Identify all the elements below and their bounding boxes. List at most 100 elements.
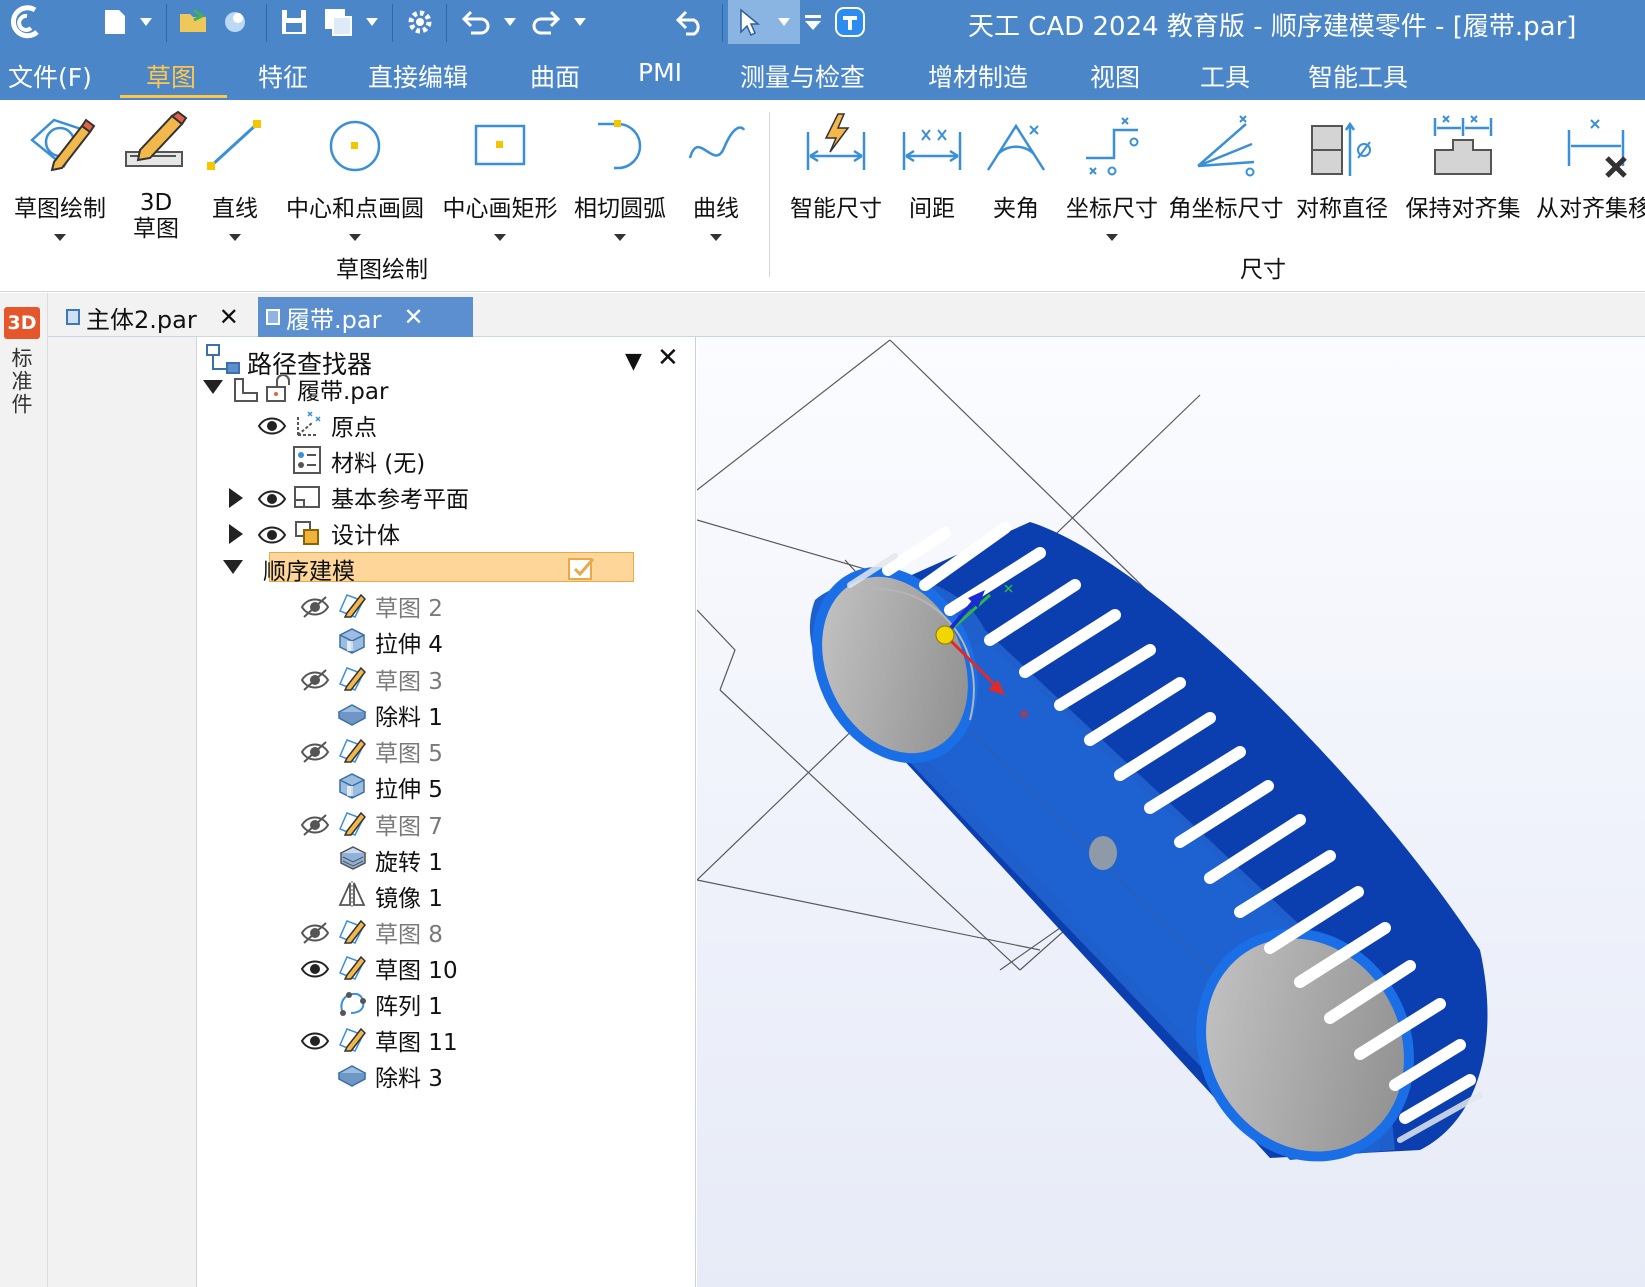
- chevron-down-icon[interactable]: [362, 0, 382, 44]
- tree-item-pattern-1[interactable]: 阵列 1: [375, 987, 443, 1021]
- remove-aligned-button[interactable]: 从对齐集移: [1532, 100, 1645, 270]
- tree-item-cut-1[interactable]: 除料 1: [375, 698, 443, 732]
- menu-measure[interactable]: 测量与检查: [740, 58, 865, 94]
- expand-icon[interactable]: [229, 488, 243, 508]
- close-icon[interactable]: ✕: [219, 303, 239, 331]
- tree-item-ordered-modeling[interactable]: 顺序建模: [263, 552, 355, 586]
- tree-item-sketch-2[interactable]: 草图 2: [375, 589, 443, 623]
- track-model[interactable]: [697, 337, 1645, 1287]
- collapse-ordered[interactable]: [223, 549, 253, 585]
- panel-menu-icon[interactable]: ▼: [625, 349, 642, 374]
- select-pointer-icon[interactable]: [728, 0, 800, 44]
- chevron-down-icon[interactable]: [500, 0, 520, 44]
- tree-item-sketch-7[interactable]: 草图 7: [375, 807, 443, 841]
- tree-item-sketch-11[interactable]: 草图 11: [375, 1023, 458, 1057]
- t-app-icon[interactable]: [832, 0, 868, 44]
- eye-icon[interactable]: [257, 487, 287, 511]
- 3d-parts-icon[interactable]: 3D: [4, 307, 40, 339]
- collapse-icon[interactable]: [223, 560, 243, 574]
- menu-view[interactable]: 视图: [1090, 58, 1140, 94]
- close-icon[interactable]: ✕: [657, 343, 679, 373]
- keep-aligned-button[interactable]: 保持对齐集: [1400, 100, 1526, 270]
- menu-pmi[interactable]: PMI: [638, 58, 682, 87]
- tangent-arc-button[interactable]: 相切圆弧: [570, 100, 670, 270]
- chevron-down-icon[interactable]: [494, 234, 506, 241]
- menu-file[interactable]: 文件(F): [8, 58, 92, 94]
- customize-icon[interactable]: [800, 0, 826, 44]
- return-icon[interactable]: [670, 0, 710, 44]
- hidden-eye-icon[interactable]: [300, 813, 330, 837]
- expand-design-body[interactable]: [229, 516, 253, 552]
- redo-icon[interactable]: [526, 0, 566, 44]
- curve-button[interactable]: 曲线: [676, 100, 756, 270]
- tree-item-cut-3[interactable]: 除料 3: [375, 1059, 443, 1093]
- 3d-sketch-button[interactable]: 3D 草图: [120, 100, 192, 270]
- hidden-eye-icon[interactable]: [300, 740, 330, 764]
- eye-icon[interactable]: [300, 1029, 330, 1053]
- menu-surface[interactable]: 曲面: [530, 58, 580, 94]
- tree-item-root[interactable]: 履带.par: [297, 372, 388, 406]
- angular-coordinate-button[interactable]: 角坐标尺寸: [1166, 100, 1286, 270]
- sketch-draw-button[interactable]: 草图绘制: [6, 100, 114, 270]
- tree-item-material[interactable]: 材料 (无): [331, 444, 425, 478]
- chevron-down-icon[interactable]: [614, 234, 626, 241]
- line-button[interactable]: 直线: [200, 100, 270, 270]
- smart-dimension-button[interactable]: 智能尺寸: [780, 100, 892, 270]
- menu-feature[interactable]: 特征: [258, 58, 308, 94]
- eye-icon[interactable]: [257, 414, 287, 438]
- standard-parts-tab[interactable]: 标准件: [6, 347, 36, 416]
- save-as-icon[interactable]: [320, 0, 356, 44]
- distance-button[interactable]: 间距: [892, 100, 972, 270]
- angle-button[interactable]: 夹角: [976, 100, 1056, 270]
- tree-item-extrude-4[interactable]: 拉伸 4: [375, 625, 443, 659]
- eye-icon[interactable]: [300, 957, 330, 981]
- symmetric-diameter-button[interactable]: 对称直径: [1290, 100, 1394, 270]
- tree-item-origin[interactable]: 原点: [331, 408, 377, 442]
- open-file-icon[interactable]: [176, 0, 212, 44]
- hidden-eye-icon[interactable]: [300, 921, 330, 945]
- 3d-viewport[interactable]: [697, 337, 1645, 1287]
- tab-body2[interactable]: 主体2.par ✕: [66, 297, 256, 337]
- center-rectangle-button[interactable]: 中心画矩形: [434, 100, 566, 270]
- menu-smart-tools[interactable]: 智能工具: [1308, 58, 1408, 94]
- undo-icon[interactable]: [456, 0, 496, 44]
- menu-tools[interactable]: 工具: [1200, 58, 1250, 94]
- expand-icon[interactable]: [229, 524, 243, 544]
- chevron-down-icon[interactable]: [229, 234, 241, 241]
- chevron-down-icon[interactable]: [136, 0, 156, 44]
- tree-root[interactable]: [203, 369, 233, 405]
- collapse-icon[interactable]: [203, 380, 223, 394]
- menu-additive[interactable]: 增材制造: [928, 58, 1028, 94]
- hidden-eye-icon[interactable]: [300, 595, 330, 619]
- shared-icon[interactable]: [220, 0, 250, 44]
- tree-item-design-body[interactable]: 设计体: [331, 516, 400, 550]
- chevron-down-icon[interactable]: [570, 0, 590, 44]
- app-logo-icon[interactable]: [0, 0, 50, 44]
- chevron-down-icon[interactable]: [1106, 234, 1118, 241]
- expand-base-planes[interactable]: [229, 480, 253, 516]
- menu-sketch[interactable]: 草图: [146, 58, 196, 94]
- coordinate-dimension-button[interactable]: 坐标尺寸: [1060, 100, 1164, 270]
- tree-item-extrude-5[interactable]: 拉伸 5: [375, 770, 443, 804]
- tree-item-sketch-8[interactable]: 草图 8: [375, 915, 443, 949]
- settings-icon[interactable]: [402, 0, 438, 44]
- tree-item-sketch-10[interactable]: 草图 10: [375, 951, 458, 985]
- center-point-circle-button[interactable]: 中心和点画圆: [280, 100, 430, 270]
- tree-item-mirror-1[interactable]: 镜像 1: [375, 879, 443, 913]
- eye-icon[interactable]: [257, 523, 287, 547]
- menu-direct-edit[interactable]: 直接编辑: [368, 58, 468, 94]
- close-icon[interactable]: ✕: [403, 303, 423, 331]
- chevron-down-icon[interactable]: [710, 234, 722, 241]
- chevron-down-icon[interactable]: [54, 234, 66, 241]
- checkmark-icon[interactable]: [567, 555, 597, 585]
- tree-item-sketch-3[interactable]: 草图 3: [375, 662, 443, 696]
- tree-item-base-planes[interactable]: 基本参考平面: [331, 480, 469, 514]
- hidden-eye-icon[interactable]: [300, 668, 330, 692]
- tree-item-sketch-5[interactable]: 草图 5: [375, 734, 443, 768]
- tree-item-revolve-1[interactable]: 旋转 1: [375, 843, 443, 877]
- new-file-icon[interactable]: [100, 0, 130, 44]
- save-icon[interactable]: [276, 0, 312, 44]
- standard-parts-strip: 3D 标准件: [0, 293, 48, 1287]
- tab-track[interactable]: 履带.par ✕: [258, 297, 473, 337]
- chevron-down-icon[interactable]: [349, 234, 361, 241]
